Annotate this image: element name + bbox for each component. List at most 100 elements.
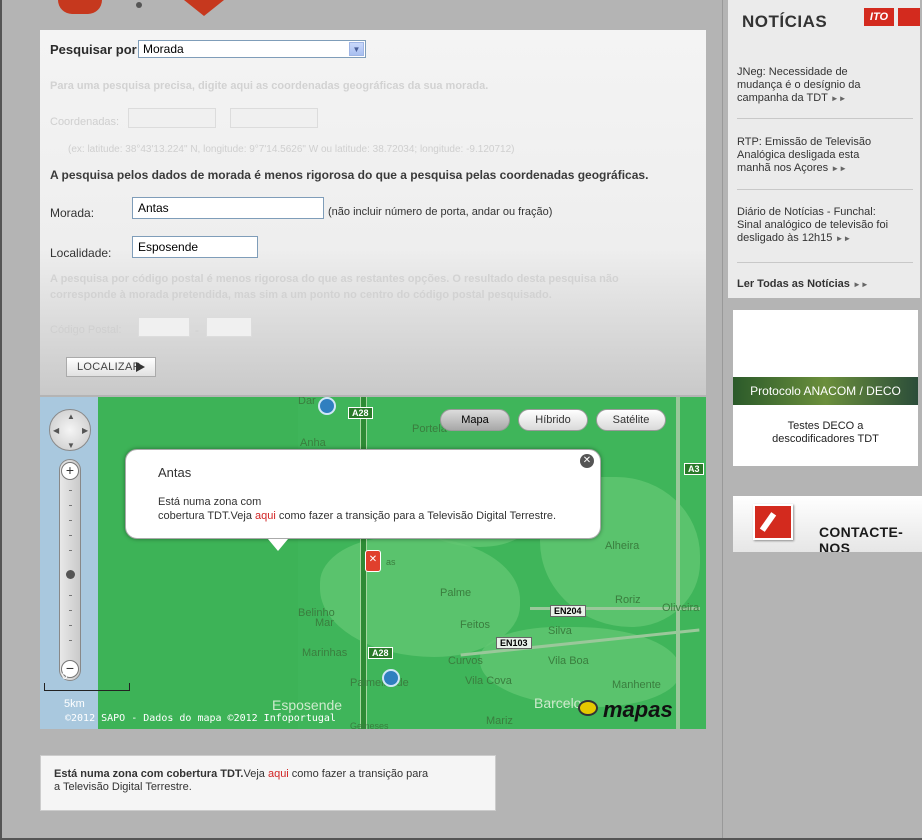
news-title: NOTÍCIAS (742, 12, 828, 31)
town-label: Alheira (605, 540, 640, 552)
zoom-slider[interactable]: + − (59, 459, 81, 681)
frog-logo-icon (578, 700, 598, 716)
town-label: Marinhas (302, 647, 348, 659)
divider (737, 262, 913, 263)
double-arrow-icon: ►► (852, 280, 869, 289)
pan-down-icon[interactable]: ▼ (67, 441, 75, 450)
coverage-bold: Está numa zona com cobertura TDT. (54, 768, 244, 780)
divider (737, 118, 913, 119)
town-label: Vila Boa (548, 655, 589, 667)
postal-note-line2: corresponde à morada pretendida, mas sim… (50, 289, 552, 301)
zoom-tick (69, 610, 72, 611)
postal-code-input-1[interactable] (138, 317, 190, 337)
town-label: Feitos (460, 619, 490, 631)
morada-note: (não incluir número de porta, andar ou f… (328, 206, 553, 218)
zoom-slider-handle[interactable] (66, 570, 75, 579)
news-line: mudança é o desígnio da (737, 79, 861, 91)
town-label: as (386, 557, 396, 567)
zoom-tick (69, 550, 72, 551)
morada-input[interactable]: Antas (132, 197, 324, 219)
location-marker-icon[interactable]: ✕ (365, 550, 381, 572)
double-arrow-icon: ►► (831, 164, 848, 173)
postal-separator: - (195, 323, 199, 337)
town-label: Gemeses (350, 721, 389, 729)
town-label-esposende: Esposende (272, 697, 343, 713)
zoom-in-icon[interactable]: + (61, 462, 79, 480)
popup-title: Antas (158, 465, 192, 480)
town-label: Mariz (486, 715, 513, 727)
town-label: Palme (440, 587, 472, 599)
latitude-input[interactable] (128, 108, 216, 128)
town-label: Oliveira (662, 602, 700, 614)
pan-control[interactable]: ▲ ▼ ◀ ▶ (49, 409, 91, 451)
deco-ad-banner[interactable]: Protocolo ANACOM / DECO Testes DECO a de… (733, 310, 918, 466)
map-view[interactable]: A28 A28 A3 EN204 EN103 Dar Anha Portela … (40, 397, 706, 729)
coverage-line1: Está numa zona com cobertura TDT.Veja aq… (54, 768, 482, 781)
search-by-value: Morada (143, 42, 184, 56)
read-all-news-link[interactable]: Ler Todas as Notícias ►► (737, 278, 869, 290)
localidade-label: Localidade: (50, 246, 112, 260)
pan-up-icon[interactable]: ▲ (67, 412, 75, 421)
longitude-input[interactable] (230, 108, 318, 128)
news-line-text: campanha da TDT (737, 92, 828, 104)
divider (737, 189, 913, 190)
pan-left-icon[interactable]: ◀ (53, 426, 59, 435)
header-graphics (50, 0, 250, 24)
road-label-a28: A28 (368, 647, 393, 659)
tv-antenna-icon[interactable] (382, 669, 400, 687)
coords-label: Coordenadas: (50, 116, 120, 128)
postal-code-input-2[interactable] (206, 317, 252, 337)
localizar-button[interactable]: LOCALIZAR (66, 357, 156, 377)
localidade-value: Esposende (138, 240, 199, 254)
close-icon[interactable]: ✕ (580, 454, 594, 468)
news-line: Sinal analógico de televisão foi (737, 219, 889, 231)
coords-hint: Para uma pesquisa precisa, digite aqui a… (50, 80, 489, 92)
deco-ad-text: Testes DECO a descodificadores TDT (733, 420, 918, 446)
news-item[interactable]: Diário de Notícias - Funchal: Sinal anal… (737, 206, 913, 245)
contact-banner[interactable]: CONTACTE-NOS (733, 496, 922, 552)
town-label: Anha (300, 437, 326, 449)
address-note: A pesquisa pelos dados de morada é menos… (50, 168, 649, 182)
coords-example: (ex: latitude: 38°43'13.224" N, longitud… (68, 144, 515, 155)
news-line: manhã nos Açores ►► (737, 162, 913, 175)
zoom-tick (69, 490, 72, 491)
town-label: Curvos (448, 655, 483, 667)
popup-line2-pre: cobertura TDT.Veja (158, 510, 256, 522)
map-type-hibrido-button[interactable]: Híbrido (518, 409, 588, 431)
news-line: RTP: Emissão de Televisão (737, 136, 872, 148)
localidade-input[interactable]: Esposende (132, 236, 258, 258)
news-item[interactable]: RTP: Emissão de Televisão Analógica desl… (737, 136, 913, 175)
pan-right-icon[interactable]: ▶ (82, 426, 88, 435)
contact-label: CONTACTE-NOS (819, 524, 904, 552)
town-label: Vila Cova (465, 675, 512, 687)
morada-label: Morada: (50, 206, 95, 220)
chevron-down-icon[interactable]: ▼ (349, 42, 364, 56)
zoom-tick (69, 505, 72, 506)
tv-antenna-icon[interactable] (318, 397, 336, 415)
popup-aqui-link[interactable]: aqui (255, 510, 276, 522)
header-dot (136, 2, 142, 8)
coverage-post: como fazer a transição para (288, 768, 429, 780)
road-label-en103: EN103 (496, 637, 532, 649)
search-by-label: Pesquisar por (50, 42, 137, 57)
map-type-mapa-button[interactable]: Mapa (440, 409, 510, 431)
map-type-label: Satélite (612, 414, 650, 426)
road-label-a28: A28 (348, 407, 373, 419)
zoom-tick (69, 640, 72, 641)
map-type-satelite-button[interactable]: Satélite (596, 409, 666, 431)
map-control-strip: ▲ ▼ ◀ ▶ + − (40, 397, 98, 729)
popup-line1: Está numa zona com (158, 496, 262, 508)
header-red-triangle-icon (184, 0, 224, 16)
news-line-text: manhã nos Açores (737, 162, 829, 174)
town-label: Manhente (612, 679, 661, 691)
news-badge-icon (898, 8, 920, 26)
deco-ad-band: Protocolo ANACOM / DECO (733, 377, 918, 405)
header-red-shape (58, 0, 102, 14)
double-arrow-icon: ►► (830, 94, 847, 103)
town-label: Silva (548, 625, 572, 637)
search-by-select[interactable]: Morada ▼ (138, 40, 366, 58)
coverage-aqui-link[interactable]: aqui (268, 768, 289, 780)
deco-ad-line: descodificadores TDT (772, 433, 879, 445)
localizar-label: LOCALIZAR (77, 361, 141, 373)
news-item[interactable]: JNeg: Necessidade de mudança é o desígni… (737, 66, 913, 105)
